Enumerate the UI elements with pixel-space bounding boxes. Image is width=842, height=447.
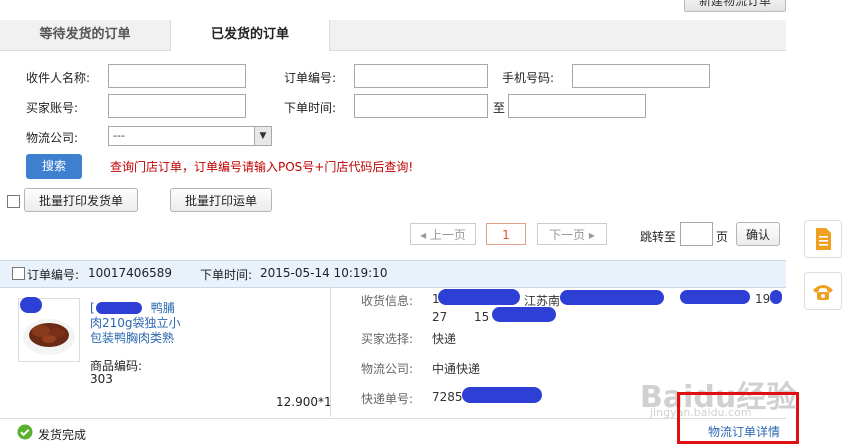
chevron-down-icon[interactable]: ▼: [254, 127, 271, 145]
logistics-company-value: 中通快递: [432, 362, 481, 376]
jump-page-input[interactable]: [680, 222, 713, 246]
confirm-jump-button[interactable]: 确认: [736, 222, 780, 246]
receiver-input[interactable]: [108, 64, 246, 88]
tab-pending-orders[interactable]: 等待发货的订单: [0, 20, 171, 50]
check-circle-icon: [17, 424, 33, 440]
tracking-value: 7285: [432, 390, 463, 404]
logistics-select[interactable]: --- ▼: [108, 126, 272, 146]
batch-print-waybill-button[interactable]: 批量打印运单: [170, 188, 272, 212]
phone-icon[interactable]: [804, 272, 842, 310]
page-unit-label: 页: [716, 230, 729, 244]
logistics-order-detail-link[interactable]: 物流订单详情: [708, 423, 780, 440]
receive-info-label: 收货信息:: [361, 294, 414, 308]
batch-print-delivery-button[interactable]: 批量打印发货单: [24, 188, 138, 212]
buyer-label: 买家账号:: [26, 101, 79, 115]
logistics-select-value: ---: [113, 129, 125, 142]
product-code-value: 303: [90, 372, 113, 386]
search-hint: 查询门店订单，订单编号请输入POS号+门店代码后查询!: [110, 160, 414, 174]
order-time-value: 2015-05-14 10:19:10: [260, 266, 388, 280]
order-time-header-label: 下单时间:: [200, 268, 253, 282]
redaction-mark: [770, 290, 782, 304]
redaction-mark: [20, 297, 42, 313]
jump-label: 跳转至: [640, 230, 677, 244]
redaction-mark: [492, 307, 556, 322]
order-no-header-label: 订单编号:: [27, 268, 80, 282]
phone-input[interactable]: [572, 64, 710, 88]
buyer-choice-value: 快递: [432, 332, 457, 346]
product-title-link[interactable]: [鸭脯 肉210g袋独立小 包装鸭胸肉类熟: [90, 301, 190, 346]
new-logistics-order-button[interactable]: 新建物流订单: [684, 0, 786, 12]
redaction-mark: [680, 290, 750, 304]
tracking-label: 快递单号:: [361, 392, 414, 406]
order-no-input[interactable]: [354, 64, 488, 88]
order-no-label: 订单编号:: [284, 71, 337, 85]
next-page-button[interactable]: 下一页 ▸: [537, 223, 607, 245]
price-quantity: 12.900*1: [276, 395, 332, 409]
tab-shipped-orders[interactable]: 已发货的订单: [171, 20, 330, 51]
search-button[interactable]: 搜索: [26, 154, 82, 179]
divider: [330, 287, 331, 417]
order-tabs: 等待发货的订单 已发货的订单: [0, 20, 786, 51]
redaction-mark: [438, 289, 520, 305]
buyer-choice-label: 买家选择:: [361, 332, 414, 346]
order-time-label: 下单时间:: [284, 101, 337, 115]
receiver-label: 收件人名称:: [26, 71, 91, 85]
receive-info-line2-b: 15: [474, 310, 490, 324]
phone-label: 手机号码:: [502, 71, 555, 85]
receive-info-tail: 19: [755, 292, 771, 306]
prev-page-button[interactable]: ◂ 上一页: [410, 223, 476, 245]
receive-info-line2-a: 27: [432, 310, 448, 324]
current-page[interactable]: 1: [486, 223, 526, 245]
redaction-mark: [462, 387, 542, 403]
buyer-input[interactable]: [108, 94, 246, 118]
order-footer: [0, 418, 786, 447]
order-time-end-input[interactable]: [508, 94, 646, 118]
redaction-mark: [560, 290, 664, 305]
chevron-left-icon: ◂: [420, 228, 427, 242]
shipping-status: 发货完成: [38, 428, 87, 442]
select-all-checkbox[interactable]: [7, 195, 20, 208]
document-icon[interactable]: [804, 220, 842, 258]
order-checkbox[interactable]: [12, 267, 25, 280]
chevron-right-icon: ▸: [588, 228, 595, 242]
logistics-label: 物流公司:: [26, 131, 79, 145]
order-time-start-input[interactable]: [354, 94, 488, 118]
order-no-value: 10017406589: [88, 266, 172, 280]
to-label: 至: [493, 101, 506, 115]
logistics-company-label: 物流公司:: [361, 362, 414, 376]
